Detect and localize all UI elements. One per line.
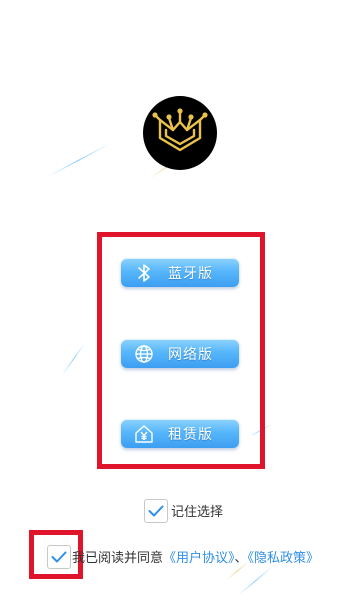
bluetooth-mode-label: 蓝牙版 [168,265,213,282]
mode-select-screen: 蓝牙版 网络版 租赁版 记住选择 我已阅读并同意《用户协议》、《隐私政策》 [0,0,360,612]
agreement-separator: 、 [234,551,248,566]
network-mode-button[interactable]: 网络版 [121,339,239,368]
app-logo [143,96,217,170]
decorative-streak [61,342,86,376]
user-agreement-link[interactable]: 《用户协议》 [163,551,235,566]
remember-choice-label[interactable]: 记住选择 [171,501,223,520]
checkmark-icon [148,505,164,517]
checkmark-icon [51,551,67,563]
agreement-text: 我已阅读并同意《用户协议》、《隐私政策》 [72,547,319,566]
globe-icon [134,344,154,364]
yen-house-icon [134,424,154,444]
privacy-policy-link[interactable]: 《隐私政策》 [248,551,320,566]
remember-choice-checkbox[interactable] [144,499,168,523]
agreement-prefix: 我已阅读并同意 [72,551,164,566]
circuit-m-logo-icon [152,108,208,152]
decorative-streak [237,566,273,596]
decorative-streak [47,143,111,177]
network-mode-label: 网络版 [168,346,213,363]
bluetooth-icon [134,263,154,283]
rental-mode-label: 租赁版 [168,426,213,443]
rental-mode-button[interactable]: 租赁版 [121,419,239,448]
bluetooth-mode-button[interactable]: 蓝牙版 [121,258,239,287]
agreement-checkbox[interactable] [47,545,71,569]
